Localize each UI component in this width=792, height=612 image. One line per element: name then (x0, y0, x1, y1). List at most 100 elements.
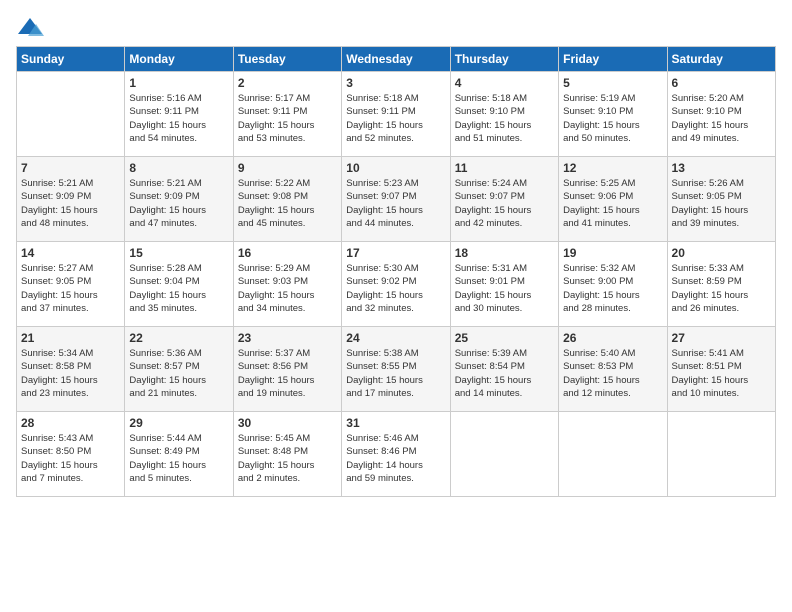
day-number: 18 (455, 246, 554, 260)
day-number: 15 (129, 246, 228, 260)
day-info: Sunrise: 5:23 AM Sunset: 9:07 PM Dayligh… (346, 177, 445, 230)
week-row-3: 14 Sunrise: 5:27 AM Sunset: 9:05 PM Dayli… (17, 242, 776, 327)
calendar-header-row: SundayMondayTuesdayWednesdayThursdayFrid… (17, 47, 776, 72)
logo-icon (16, 16, 44, 38)
header-friday: Friday (559, 47, 667, 72)
day-number: 14 (21, 246, 120, 260)
day-number: 25 (455, 331, 554, 345)
day-info: Sunrise: 5:18 AM Sunset: 9:11 PM Dayligh… (346, 92, 445, 145)
day-info: Sunrise: 5:17 AM Sunset: 9:11 PM Dayligh… (238, 92, 337, 145)
day-number: 26 (563, 331, 662, 345)
calendar-cell: 26Sunrise: 5:40 AM Sunset: 8:53 PM Dayli… (559, 327, 667, 412)
week-row-1: 1 Sunrise: 5:16 AM Sunset: 9:11 PM Daylig… (17, 72, 776, 157)
calendar-cell: 5 Sunrise: 5:19 AM Sunset: 9:10 PM Daylig… (559, 72, 667, 157)
day-info: Sunrise: 5:43 AM Sunset: 8:50 PM Dayligh… (21, 432, 120, 485)
day-info: Sunrise: 5:27 AM Sunset: 9:05 PM Dayligh… (21, 262, 120, 315)
day-info: Sunrise: 5:29 AM Sunset: 9:03 PM Dayligh… (238, 262, 337, 315)
calendar-cell: 17 Sunrise: 5:30 AM Sunset: 9:02 PM Dayli… (342, 242, 450, 327)
calendar-cell (667, 412, 775, 497)
day-info: Sunrise: 5:44 AM Sunset: 8:49 PM Dayligh… (129, 432, 228, 485)
day-number: 7 (21, 161, 120, 175)
calendar-cell: 4Sunrise: 5:18 AM Sunset: 9:10 PM Daylig… (450, 72, 558, 157)
day-number: 12 (563, 161, 662, 175)
day-number: 16 (238, 246, 337, 260)
calendar-cell: 28 Sunrise: 5:43 AM Sunset: 8:50 PM Dayli… (17, 412, 125, 497)
day-number: 10 (346, 161, 445, 175)
day-number: 20 (672, 246, 771, 260)
day-info: Sunrise: 5:19 AM Sunset: 9:10 PM Dayligh… (563, 92, 662, 145)
header-sunday: Sunday (17, 47, 125, 72)
day-number: 13 (672, 161, 771, 175)
day-info: Sunrise: 5:33 AM Sunset: 8:59 PM Dayligh… (672, 262, 771, 315)
day-info: Sunrise: 5:24 AM Sunset: 9:07 PM Dayligh… (455, 177, 554, 230)
calendar-cell: 7 Sunrise: 5:21 AM Sunset: 9:09 PM Daylig… (17, 157, 125, 242)
day-number: 17 (346, 246, 445, 260)
day-info: Sunrise: 5:32 AM Sunset: 9:00 PM Dayligh… (563, 262, 662, 315)
day-number: 11 (455, 161, 554, 175)
week-row-2: 7 Sunrise: 5:21 AM Sunset: 9:09 PM Daylig… (17, 157, 776, 242)
header-saturday: Saturday (667, 47, 775, 72)
calendar-cell: 3 Sunrise: 5:18 AM Sunset: 9:11 PM Daylig… (342, 72, 450, 157)
day-info: Sunrise: 5:46 AM Sunset: 8:46 PM Dayligh… (346, 432, 445, 485)
calendar-cell: 21 Sunrise: 5:34 AM Sunset: 8:58 PM Dayli… (17, 327, 125, 412)
header-wednesday: Wednesday (342, 47, 450, 72)
day-number: 2 (238, 76, 337, 90)
day-number: 19 (563, 246, 662, 260)
calendar-cell: 9 Sunrise: 5:22 AM Sunset: 9:08 PM Daylig… (233, 157, 341, 242)
calendar-cell: 24 Sunrise: 5:38 AM Sunset: 8:55 PM Dayli… (342, 327, 450, 412)
day-number: 8 (129, 161, 228, 175)
calendar-cell: 22Sunrise: 5:36 AM Sunset: 8:57 PM Dayli… (125, 327, 233, 412)
day-info: Sunrise: 5:26 AM Sunset: 9:05 PM Dayligh… (672, 177, 771, 230)
day-info: Sunrise: 5:16 AM Sunset: 9:11 PM Dayligh… (129, 92, 228, 145)
day-number: 6 (672, 76, 771, 90)
day-number: 4 (455, 76, 554, 90)
logo (16, 16, 48, 38)
day-number: 31 (346, 416, 445, 430)
day-number: 22 (129, 331, 228, 345)
calendar-cell: 12 Sunrise: 5:25 AM Sunset: 9:06 PM Dayli… (559, 157, 667, 242)
calendar-cell: 30Sunrise: 5:45 AM Sunset: 8:48 PM Dayli… (233, 412, 341, 497)
day-info: Sunrise: 5:22 AM Sunset: 9:08 PM Dayligh… (238, 177, 337, 230)
day-number: 3 (346, 76, 445, 90)
day-number: 9 (238, 161, 337, 175)
day-info: Sunrise: 5:25 AM Sunset: 9:06 PM Dayligh… (563, 177, 662, 230)
header-monday: Monday (125, 47, 233, 72)
day-number: 28 (21, 416, 120, 430)
calendar-cell: 18 Sunrise: 5:31 AM Sunset: 9:01 PM Dayli… (450, 242, 558, 327)
calendar-cell: 2 Sunrise: 5:17 AM Sunset: 9:11 PM Daylig… (233, 72, 341, 157)
day-number: 23 (238, 331, 337, 345)
calendar-cell: 20 Sunrise: 5:33 AM Sunset: 8:59 PM Dayli… (667, 242, 775, 327)
day-info: Sunrise: 5:39 AM Sunset: 8:54 PM Dayligh… (455, 347, 554, 400)
day-number: 24 (346, 331, 445, 345)
calendar-cell: 8 Sunrise: 5:21 AM Sunset: 9:09 PM Daylig… (125, 157, 233, 242)
day-number: 27 (672, 331, 771, 345)
calendar-cell: 27Sunrise: 5:41 AM Sunset: 8:51 PM Dayli… (667, 327, 775, 412)
day-info: Sunrise: 5:31 AM Sunset: 9:01 PM Dayligh… (455, 262, 554, 315)
day-info: Sunrise: 5:21 AM Sunset: 9:09 PM Dayligh… (21, 177, 120, 230)
day-info: Sunrise: 5:30 AM Sunset: 9:02 PM Dayligh… (346, 262, 445, 315)
calendar-cell: 29Sunrise: 5:44 AM Sunset: 8:49 PM Dayli… (125, 412, 233, 497)
day-number: 30 (238, 416, 337, 430)
day-number: 5 (563, 76, 662, 90)
header-tuesday: Tuesday (233, 47, 341, 72)
calendar-cell: 1 Sunrise: 5:16 AM Sunset: 9:11 PM Daylig… (125, 72, 233, 157)
calendar-cell: 10 Sunrise: 5:23 AM Sunset: 9:07 PM Dayli… (342, 157, 450, 242)
page-header (16, 16, 776, 38)
calendar-cell (17, 72, 125, 157)
calendar-cell: 31 Sunrise: 5:46 AM Sunset: 8:46 PM Dayli… (342, 412, 450, 497)
day-number: 21 (21, 331, 120, 345)
day-info: Sunrise: 5:34 AM Sunset: 8:58 PM Dayligh… (21, 347, 120, 400)
header-thursday: Thursday (450, 47, 558, 72)
calendar-cell: 15 Sunrise: 5:28 AM Sunset: 9:04 PM Dayli… (125, 242, 233, 327)
calendar-table: SundayMondayTuesdayWednesdayThursdayFrid… (16, 46, 776, 497)
day-info: Sunrise: 5:20 AM Sunset: 9:10 PM Dayligh… (672, 92, 771, 145)
calendar-cell: 14 Sunrise: 5:27 AM Sunset: 9:05 PM Dayli… (17, 242, 125, 327)
day-number: 1 (129, 76, 228, 90)
day-info: Sunrise: 5:21 AM Sunset: 9:09 PM Dayligh… (129, 177, 228, 230)
day-info: Sunrise: 5:38 AM Sunset: 8:55 PM Dayligh… (346, 347, 445, 400)
calendar-cell: 16 Sunrise: 5:29 AM Sunset: 9:03 PM Dayli… (233, 242, 341, 327)
calendar-cell: 11 Sunrise: 5:24 AM Sunset: 9:07 PM Dayli… (450, 157, 558, 242)
day-info: Sunrise: 5:28 AM Sunset: 9:04 PM Dayligh… (129, 262, 228, 315)
calendar-cell (450, 412, 558, 497)
calendar-cell: 23Sunrise: 5:37 AM Sunset: 8:56 PM Dayli… (233, 327, 341, 412)
